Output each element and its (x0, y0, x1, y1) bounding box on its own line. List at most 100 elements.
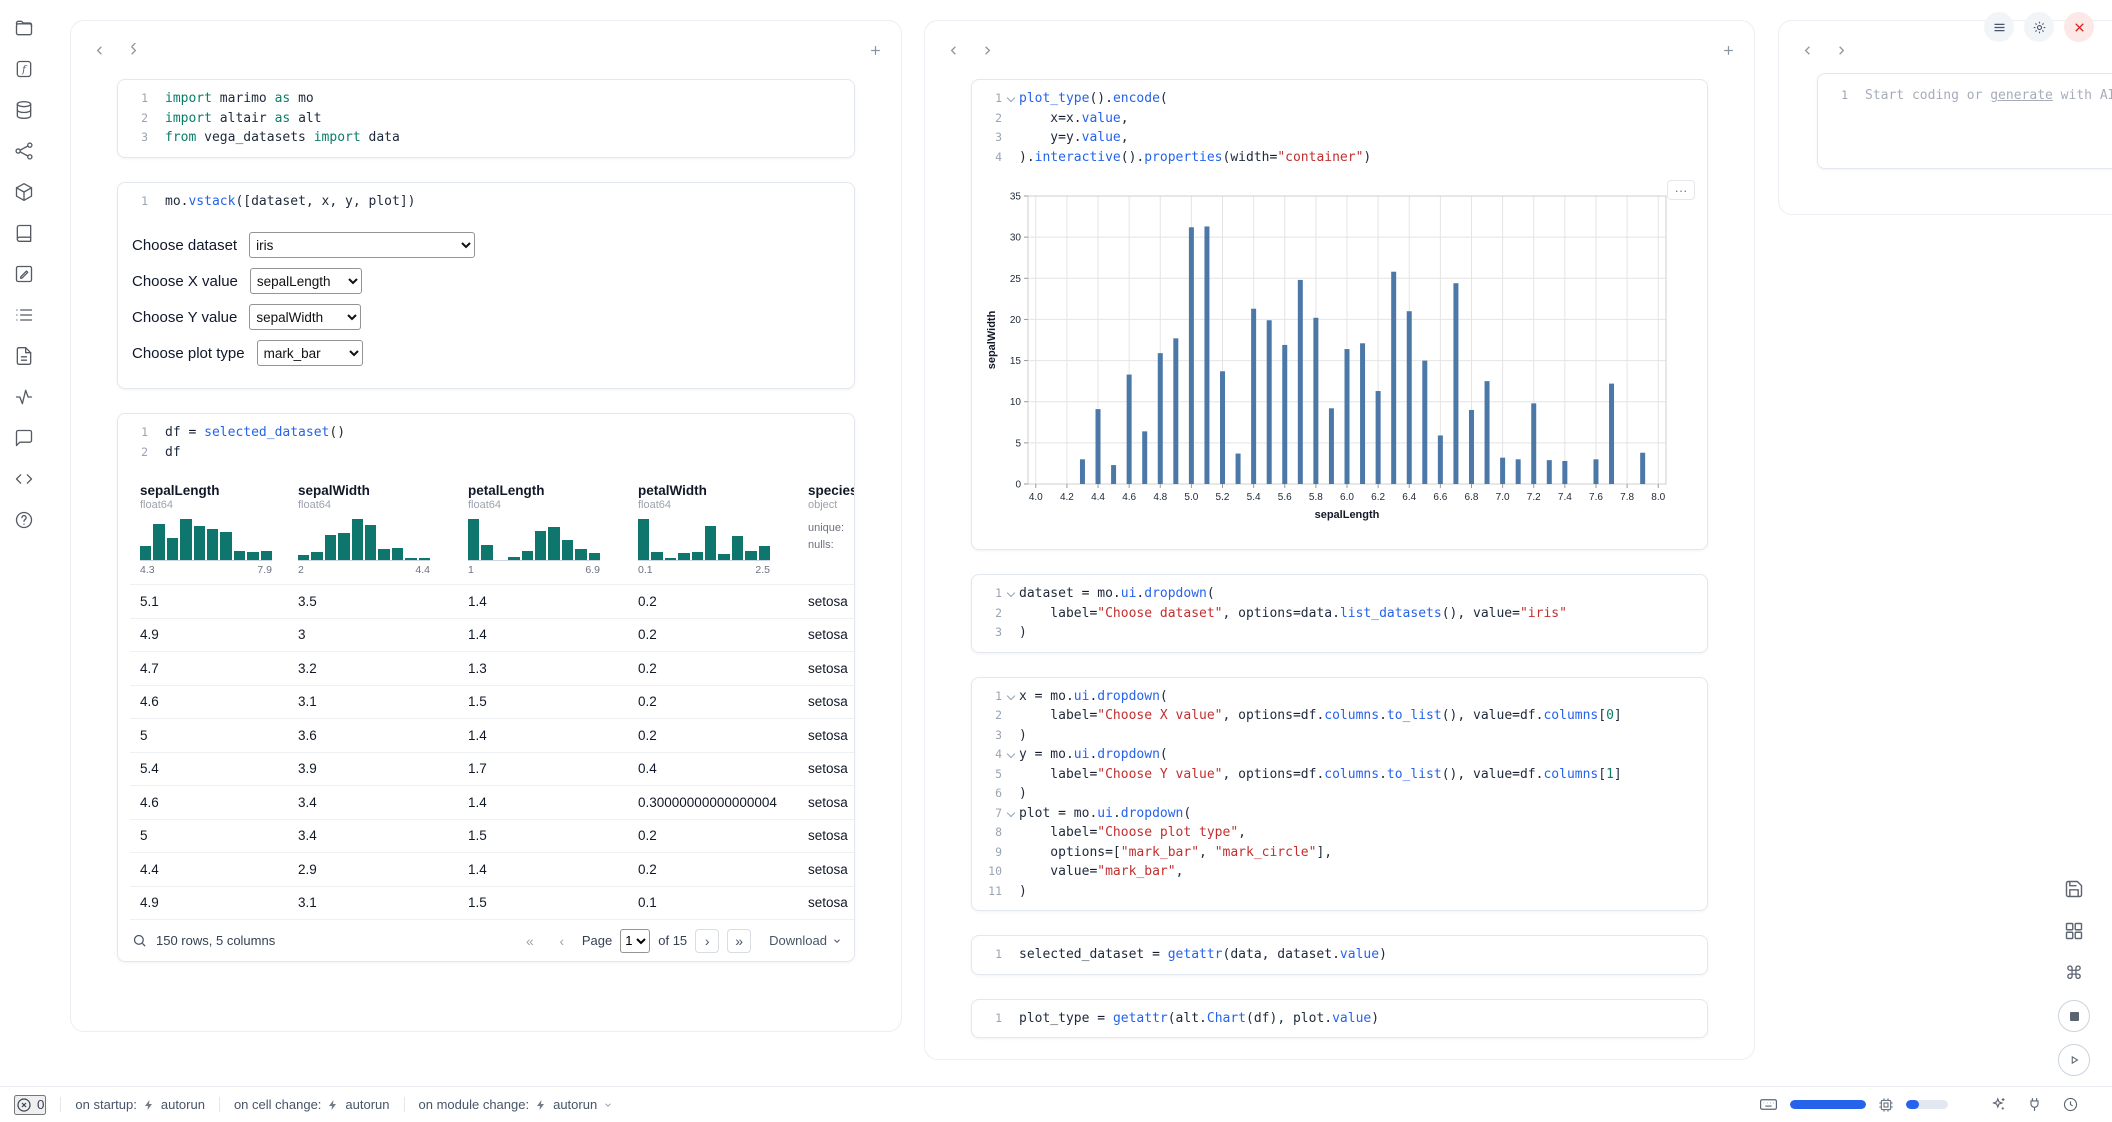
cell-plot-type[interactable]: 1plot_type = getattr(alt.Chart(df), plot… (971, 999, 1708, 1039)
cell-xy-plot-dropdowns[interactable]: 1x = mo.ui.dropdown(2 label="Choose X va… (971, 677, 1708, 912)
column-move-right-button[interactable] (1829, 38, 1853, 62)
column-move-left-button[interactable] (941, 38, 965, 62)
cell-imports[interactable]: 1import marimo as mo2import altair as al… (117, 79, 855, 158)
datasources-panel-button[interactable] (12, 98, 36, 122)
notebook-menu-button[interactable] (1984, 12, 2014, 42)
table-row[interactable]: 5.13.51.40.2setosa (130, 584, 854, 618)
mini-histogram[interactable] (298, 519, 430, 561)
editor-placeholder[interactable]: Start coding or generate with AI (1865, 86, 2112, 106)
ai-assist-button[interactable] (1988, 1095, 2008, 1115)
y-select[interactable]: sepalWidth (249, 304, 361, 330)
code-editor[interactable]: 1df = selected_dataset()2df (118, 414, 854, 471)
keyboard-shortcuts-button[interactable]: ⌘ (2059, 958, 2089, 988)
shutdown-button[interactable] (2064, 12, 2094, 42)
documentation-panel-button[interactable] (12, 221, 36, 245)
table-row[interactable]: 4.63.11.50.2setosa (130, 685, 854, 719)
chat-panel-button[interactable] (12, 426, 36, 450)
cell-selected-dataset[interactable]: 1selected_dataset = getattr(data, datase… (971, 935, 1708, 975)
tracing-panel-button[interactable] (12, 385, 36, 409)
code-editor[interactable]: 1selected_dataset = getattr(data, datase… (972, 936, 1707, 974)
layout-select-button[interactable] (2059, 916, 2089, 946)
run-all-button[interactable] (2058, 1044, 2090, 1076)
plot-type-select[interactable]: mark_bar (257, 340, 363, 366)
x-select[interactable]: sepalLength (250, 268, 362, 294)
altair-bar-chart[interactable]: 4.04.24.44.64.85.05.25.45.65.86.06.26.46… (984, 184, 1701, 537)
marimo-file-panel-button[interactable]: f (12, 57, 36, 81)
last-page-button[interactable]: » (727, 929, 751, 953)
column-move-right-button[interactable] (121, 38, 145, 62)
page-select[interactable]: 1 (620, 929, 650, 953)
line-number: 1 (972, 89, 1002, 109)
code-editor[interactable]: 1plot_type = getattr(alt.Chart(df), plot… (972, 1000, 1707, 1038)
cell-vstack[interactable]: 1mo.vstack([dataset, x, y, plot]) Choose… (117, 182, 855, 390)
column-move-right-button[interactable] (975, 38, 999, 62)
column-header[interactable]: sepalWidthfloat64 (288, 475, 458, 513)
dependency-graph-panel-button[interactable] (12, 139, 36, 163)
status-bar: 0 on startup: autorun on cell change: au… (0, 1086, 2112, 1122)
empty-cell-editor[interactable]: 1 Start coding or generate with AI (1817, 73, 2112, 169)
fold-gutter (1002, 843, 1019, 863)
column-header[interactable]: petalWidthfloat64 (628, 475, 798, 513)
file-explorer-panel-button[interactable] (12, 16, 36, 40)
table-row[interactable]: 4.63.41.40.30000000000000004setosa (130, 785, 854, 819)
recent-activity-button[interactable] (2060, 1095, 2080, 1115)
interrupt-button[interactable] (2058, 1000, 2090, 1032)
add-cell-button[interactable] (863, 38, 887, 62)
search-icon[interactable] (132, 933, 147, 948)
code-line: 8 label="Choose plot type", (972, 823, 1697, 843)
mini-histogram[interactable] (468, 519, 600, 561)
runtime-on-startup[interactable]: on startup: autorun (75, 1097, 205, 1112)
table-cell: 0.1 (628, 895, 798, 910)
settings-button[interactable] (2024, 12, 2054, 42)
column-header[interactable]: petalLengthfloat64 (458, 475, 628, 513)
cell-chart[interactable]: 1plot_type().encode(2 x=x.value,3 y=y.va… (971, 79, 1708, 550)
table-row[interactable]: 5.43.91.70.4setosa (130, 752, 854, 786)
code-editor[interactable]: 1dataset = mo.ui.dropdown(2 label="Choos… (972, 575, 1707, 652)
column-header[interactable]: sepalLengthfloat64 (130, 475, 288, 513)
table-row[interactable]: 53.41.50.2setosa (130, 819, 854, 853)
logs-panel-button[interactable] (12, 344, 36, 368)
code-editor[interactable]: 1plot_type().encode(2 x=x.value,3 y=y.va… (972, 80, 1707, 176)
table-cell: 5 (130, 828, 288, 843)
kernel-connection-button[interactable] (2024, 1095, 2044, 1115)
table-row[interactable]: 4.42.91.40.2setosa (130, 852, 854, 886)
table-cell: 1.5 (458, 828, 628, 843)
help-panel-button[interactable] (12, 508, 36, 532)
table-row[interactable]: 53.61.40.2setosa (130, 718, 854, 752)
snippets-panel-button[interactable] (12, 467, 36, 491)
column-header[interactable]: speciesobject (798, 475, 854, 513)
column-move-left-button[interactable] (87, 38, 111, 62)
outline-panel-button[interactable] (12, 303, 36, 327)
runtime-on-module-change[interactable]: on module change: autorun (419, 1097, 614, 1112)
code-text: ) (1019, 726, 1027, 746)
code-editor[interactable]: 1mo.vstack([dataset, x, y, plot]) (118, 183, 854, 221)
save-button[interactable] (2059, 874, 2089, 904)
first-page-button[interactable]: « (518, 929, 542, 953)
prev-page-button[interactable]: ‹ (550, 929, 574, 953)
add-cell-button[interactable] (1716, 38, 1740, 62)
svg-text:35: 35 (1010, 192, 1022, 203)
packages-panel-button[interactable] (12, 180, 36, 204)
table-cell: setosa (798, 795, 854, 810)
code-text: plot = mo.ui.dropdown( (1019, 804, 1191, 824)
generate-with-ai-link[interactable]: generate (1990, 88, 2053, 103)
runtime-on-cell-change[interactable]: on cell change: autorun (234, 1097, 390, 1112)
line-number: 3 (972, 623, 1002, 643)
mini-histogram[interactable] (638, 519, 770, 561)
mini-histogram[interactable] (140, 519, 272, 561)
cell-dataset-dropdown[interactable]: 1dataset = mo.ui.dropdown(2 label="Choos… (971, 574, 1708, 653)
dataset-select[interactable]: iris (249, 232, 475, 258)
next-page-button[interactable]: › (695, 929, 719, 953)
errors-indicator[interactable]: 0 (14, 1095, 46, 1115)
table-row[interactable]: 4.93.11.50.1setosa (130, 886, 854, 920)
scratchpad-panel-button[interactable] (12, 262, 36, 286)
histogram-bar (535, 531, 546, 561)
download-button[interactable]: Download (769, 933, 842, 948)
chart-menu-button[interactable]: ··· (1667, 180, 1695, 200)
code-editor[interactable]: 1x = mo.ui.dropdown(2 label="Choose X va… (972, 678, 1707, 911)
table-row[interactable]: 4.73.21.30.2setosa (130, 651, 854, 685)
cell-dataframe[interactable]: 1df = selected_dataset()2df sepalLengthf… (117, 413, 855, 962)
code-editor[interactable]: 1import marimo as mo2import altair as al… (118, 80, 854, 157)
table-row[interactable]: 4.931.40.2setosa (130, 618, 854, 652)
column-move-left-button[interactable] (1795, 38, 1819, 62)
